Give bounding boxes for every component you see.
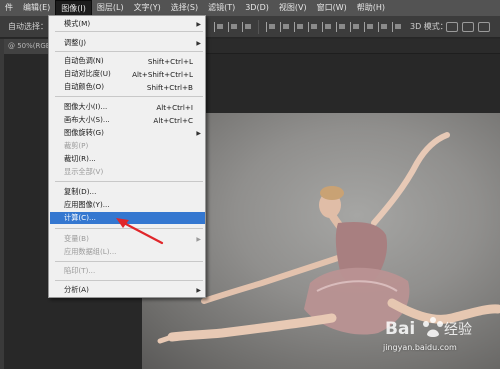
menu-item-label: 自动颜色(O) bbox=[64, 82, 105, 91]
menu-item-trim[interactable]: 裁切(R)... bbox=[50, 153, 205, 165]
separator bbox=[258, 20, 259, 34]
menu-filter[interactable]: 滤镜(T) bbox=[203, 0, 240, 16]
menu-item-label: 图像大小(I)... bbox=[64, 102, 108, 111]
menu-item-apply-image[interactable]: 应用图像(Y)... bbox=[50, 199, 205, 211]
menu-item-label: 裁剪(P) bbox=[64, 141, 89, 150]
submenu-arrow-icon: ▶ bbox=[196, 235, 201, 243]
menu-divider bbox=[55, 31, 203, 32]
menu-edit[interactable]: 编辑(E) bbox=[18, 0, 55, 16]
align-left-icon[interactable] bbox=[364, 22, 374, 32]
menu-item-label: 模式(M) bbox=[64, 19, 91, 28]
menu-item-image-rotation[interactable]: 图像旋转(G) ▶ bbox=[50, 127, 205, 139]
3d-pan-icon[interactable] bbox=[478, 22, 490, 32]
menu-item-auto-tone[interactable]: 自动色调(N) Shift+Ctrl+L bbox=[50, 55, 205, 67]
menu-layer[interactable]: 图层(L) bbox=[92, 0, 129, 16]
menu-item-auto-color[interactable]: 自动颜色(O) Shift+Ctrl+B bbox=[50, 81, 205, 93]
menu-item-shortcut: Alt+Ctrl+C bbox=[153, 115, 193, 125]
menu-type[interactable]: 文字(Y) bbox=[129, 0, 166, 16]
menu-item-label: 应用图像(Y)... bbox=[64, 200, 110, 209]
menu-divider bbox=[55, 181, 203, 182]
menu-item-adjustments[interactable]: 调整(J) ▶ bbox=[50, 37, 205, 49]
submenu-arrow-icon: ▶ bbox=[196, 20, 201, 28]
menu-divider bbox=[55, 280, 203, 281]
menu-item-label: 调整(J) bbox=[64, 38, 87, 47]
menu-item-label: 分析(A) bbox=[64, 285, 89, 294]
watermark-brand-right: 经验 bbox=[444, 322, 472, 338]
menu-item-label: 计算(C)... bbox=[64, 213, 96, 222]
align-top-icon[interactable] bbox=[214, 22, 224, 32]
menu-item-canvas-size[interactable]: 画布大小(S)... Alt+Ctrl+C bbox=[50, 114, 205, 126]
align-vcenter-icon[interactable] bbox=[228, 22, 238, 32]
menu-item-label: 画布大小(S)... bbox=[64, 115, 110, 124]
distribute-bottom-icon[interactable] bbox=[294, 22, 304, 32]
menu-item-shortcut: Alt+Ctrl+I bbox=[156, 102, 193, 112]
menu-item-label: 自动色调(N) bbox=[64, 56, 104, 65]
3d-rotate-icon[interactable] bbox=[446, 22, 458, 32]
menu-item-duplicate[interactable]: 复制(D)... bbox=[50, 186, 205, 198]
menu-item-reveal-all[interactable]: 显示全部(V) bbox=[50, 166, 205, 178]
submenu-arrow-icon: ▶ bbox=[196, 286, 201, 294]
menu-window[interactable]: 窗口(W) bbox=[312, 0, 352, 16]
align-hcenter-icon[interactable] bbox=[378, 22, 388, 32]
baidu-jingyan-watermark: Bai 经验 bbox=[385, 314, 485, 342]
menu-bar: 件 编辑(E) 图像(I) 图层(L) 文字(Y) 选择(S) 滤镜(T) 3D… bbox=[0, 0, 500, 16]
menu-image[interactable]: 图像(I) bbox=[55, 0, 92, 16]
3d-mode-label: 3D 模式： bbox=[410, 22, 448, 31]
watermark-brand-left: Bai bbox=[385, 319, 415, 339]
document-tab[interactable]: @ 50%(RGB/8 bbox=[4, 39, 50, 54]
menu-item-label: 裁切(R)... bbox=[64, 154, 96, 163]
menu-item-shortcut: Shift+Ctrl+L bbox=[147, 56, 193, 66]
distribute-hcenter-icon[interactable] bbox=[322, 22, 332, 32]
menu-item-label: 显示全部(V) bbox=[64, 167, 104, 176]
menu-item-label: 复制(D)... bbox=[64, 187, 97, 196]
menu-item-image-size[interactable]: 图像大小(I)... Alt+Ctrl+I bbox=[50, 101, 205, 113]
menu-item-shortcut: Shift+Ctrl+B bbox=[146, 82, 193, 92]
distribute-vcenter-icon[interactable] bbox=[280, 22, 290, 32]
menu-item-label: 图像旋转(G) bbox=[64, 128, 104, 137]
menu-item-auto-contrast[interactable]: 自动对比度(U) Alt+Shift+Ctrl+L bbox=[50, 68, 205, 80]
distribute-left-icon[interactable] bbox=[308, 22, 318, 32]
auto-align-icon[interactable] bbox=[350, 22, 360, 32]
align-bottom-icon[interactable] bbox=[242, 22, 252, 32]
menu-item-analysis[interactable]: 分析(A) ▶ bbox=[50, 284, 205, 296]
menu-divider bbox=[55, 96, 203, 97]
align-right-icon[interactable] bbox=[392, 22, 402, 32]
distribute-right-icon[interactable] bbox=[336, 22, 346, 32]
submenu-arrow-icon: ▶ bbox=[196, 39, 201, 47]
submenu-arrow-icon: ▶ bbox=[196, 129, 201, 137]
watermark-url: jingyan.baidu.com bbox=[383, 343, 457, 352]
menu-select[interactable]: 选择(S) bbox=[166, 0, 203, 16]
menu-item-mode[interactable]: 模式(M) ▶ bbox=[50, 18, 205, 30]
tools-panel bbox=[0, 39, 4, 369]
menu-item-label: 变量(B) bbox=[64, 234, 89, 243]
menu-divider bbox=[55, 51, 203, 52]
auto-select-label: 自动选择： bbox=[8, 22, 48, 31]
menu-item-label: 陷印(T)... bbox=[64, 266, 96, 275]
distribute-top-icon[interactable] bbox=[266, 22, 276, 32]
menu-item-shortcut: Alt+Shift+Ctrl+L bbox=[132, 69, 193, 79]
menu-help[interactable]: 帮助(H) bbox=[352, 0, 390, 16]
menu-file-partial[interactable]: 件 bbox=[0, 0, 18, 16]
annotation-arrow-icon bbox=[116, 218, 164, 245]
menu-item-trap[interactable]: 陷印(T)... bbox=[50, 265, 205, 277]
menu-3d[interactable]: 3D(D) bbox=[240, 0, 274, 16]
menu-item-crop[interactable]: 裁剪(P) bbox=[50, 140, 205, 152]
menu-divider bbox=[55, 261, 203, 262]
menu-item-label: 自动对比度(U) bbox=[64, 69, 111, 78]
3d-roll-icon[interactable] bbox=[462, 22, 474, 32]
menu-view[interactable]: 视图(V) bbox=[274, 0, 312, 16]
image-menu-dropdown: 模式(M) ▶ 调整(J) ▶ 自动色调(N) Shift+Ctrl+L 自动对… bbox=[48, 15, 206, 298]
menu-item-label: 应用数据组(L)... bbox=[64, 247, 117, 256]
